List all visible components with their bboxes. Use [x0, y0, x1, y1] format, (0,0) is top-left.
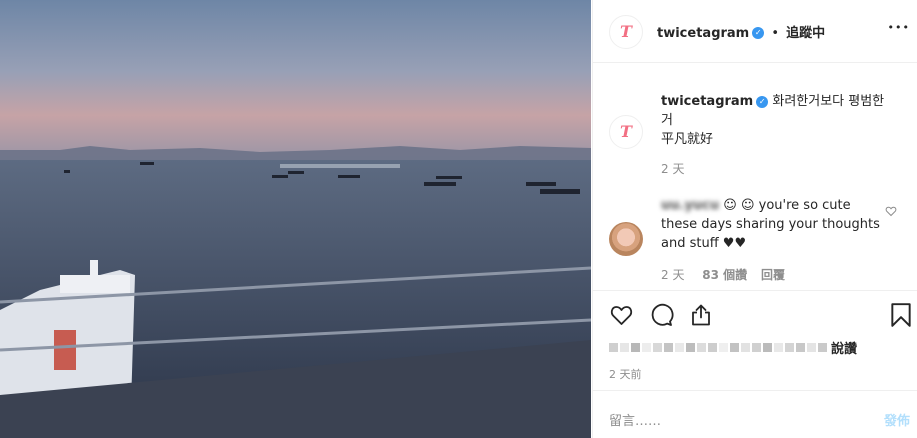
verified-badge-icon: ✓ — [756, 95, 769, 108]
comment-likes[interactable]: 83 個讚 — [702, 268, 747, 282]
comment-age[interactable]: 2 天 — [661, 268, 684, 282]
comment-meta: 2 天 83 個讚 回覆 — [661, 266, 785, 283]
more-options-icon[interactable]: ••• — [888, 21, 910, 34]
comment-input[interactable]: 留言…… — [609, 410, 661, 429]
author-avatar[interactable]: T — [609, 15, 643, 49]
share-icon[interactable] — [689, 302, 713, 327]
twice-logo: T — [620, 122, 632, 141]
separator-dot: • — [771, 26, 779, 41]
caption-age[interactable]: 2 天 — [661, 160, 684, 177]
post-header: T twicetagram ✓ • 追蹤中 ••• — [593, 0, 917, 63]
comment: uu.yucu ☺ ☺ you're so cute these days sh… — [661, 196, 883, 253]
comment-icon[interactable] — [649, 303, 674, 327]
caption-text-line3: 平凡就好 — [661, 132, 714, 147]
post-photo[interactable] — [0, 0, 591, 438]
caption-author-avatar[interactable]: T — [609, 115, 643, 149]
post-comment-button[interactable]: 發佈 — [884, 410, 910, 429]
comment-text-line2: these days sharing your thoughts — [661, 217, 880, 232]
heart-icon[interactable] — [609, 303, 634, 327]
post-side-panel: T twicetagram ✓ • 追蹤中 ••• T twicetagram ✓ … — [592, 0, 917, 438]
commenter-username[interactable]: uu.yucu — [661, 198, 719, 213]
follow-status-button[interactable]: 追蹤中 — [786, 26, 825, 41]
bookmark-icon[interactable] — [890, 302, 912, 328]
caption: twicetagram ✓ 화려한거보다 평범한 거 平凡就好 — [661, 92, 901, 149]
twice-logo: T — [620, 22, 632, 41]
caption-text-line2: 거 — [661, 113, 673, 128]
header-author-row: twicetagram ✓ • 追蹤中 — [657, 22, 825, 41]
caption-text-line1: 화려한거보다 평범한 — [772, 94, 885, 109]
commenter-avatar[interactable] — [609, 222, 643, 256]
verified-badge-icon: ✓ — [752, 26, 765, 39]
comment-reply-button[interactable]: 回覆 — [761, 268, 785, 282]
comment-text-line1: ☺ ☺ you're so cute — [723, 198, 851, 213]
comment-like-icon[interactable] — [885, 205, 897, 217]
caption-username[interactable]: twicetagram — [661, 94, 753, 109]
divider — [593, 390, 917, 391]
post-timestamp[interactable]: 2 天前 — [609, 366, 642, 382]
comment-text-line3: and stuff ♥♥ — [661, 236, 747, 251]
likes-row: 說讚 — [609, 340, 869, 357]
divider — [593, 290, 917, 291]
likes-suffix: 說讚 — [831, 341, 858, 357]
author-username[interactable]: twicetagram — [657, 26, 749, 41]
